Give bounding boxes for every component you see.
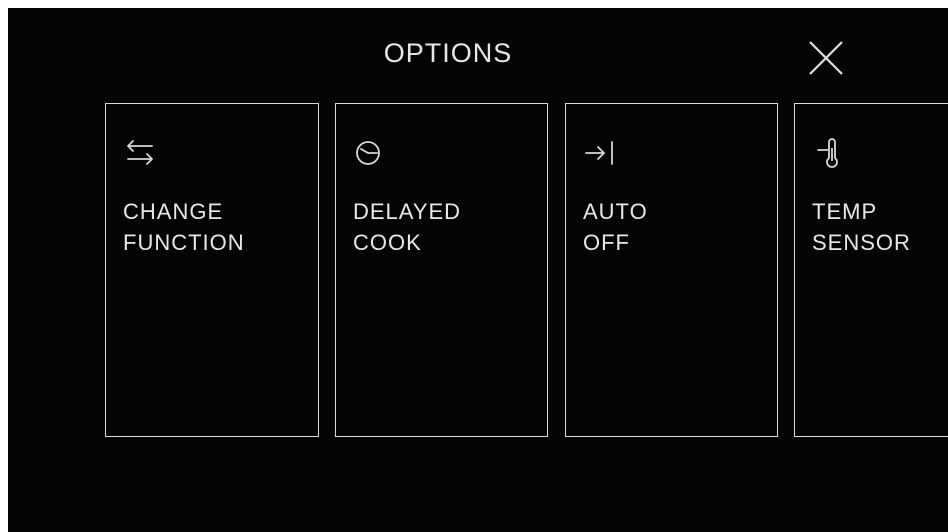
- option-label: CHANGE FUNCTION: [123, 199, 245, 255]
- option-label: TEMP SENSOR: [812, 199, 911, 255]
- swap-arrows-icon: [120, 134, 160, 174]
- page-title: OPTIONS: [383, 38, 513, 68]
- clock-icon: [350, 134, 390, 174]
- temp-sensor-button[interactable]: TEMP SENSOR: [794, 103, 948, 437]
- option-label: AUTO OFF: [583, 199, 648, 255]
- delayed-cook-button[interactable]: DELAYED COOK: [335, 103, 548, 437]
- change-function-button[interactable]: CHANGE FUNCTION: [105, 103, 319, 437]
- close-button[interactable]: [806, 38, 846, 78]
- options-screen: OPTIONS CHANGE FUNCTION DELAYED COOK AUT…: [8, 8, 948, 532]
- option-label: DELAYED COOK: [353, 199, 462, 255]
- close-icon: [809, 41, 843, 75]
- auto-off-button[interactable]: AUTO OFF: [565, 103, 778, 437]
- arrow-to-end-icon: [580, 134, 620, 174]
- thermometer-icon: [809, 134, 849, 174]
